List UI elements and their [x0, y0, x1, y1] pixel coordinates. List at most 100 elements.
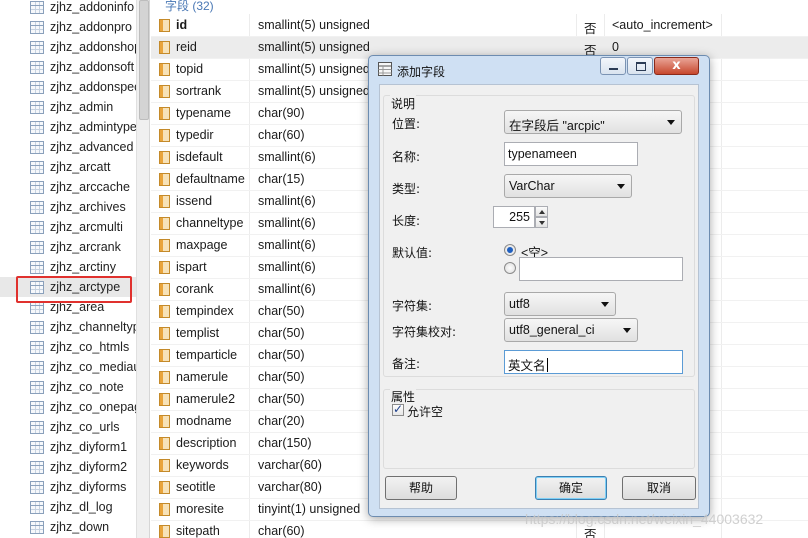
comment-label: 备注:: [392, 357, 421, 371]
field-name: namerule2: [176, 392, 236, 406]
table-icon: [30, 460, 44, 474]
field-name-value: typenameen: [508, 147, 577, 161]
table-tree-item[interactable]: zjhz_addoninfo: [0, 0, 136, 17]
field-name: sitepath: [176, 524, 220, 538]
maximize-button[interactable]: [627, 57, 653, 75]
field-type: tinyint(1) unsigned: [258, 502, 361, 516]
comment-input[interactable]: 英文名: [504, 350, 683, 374]
chevron-down-icon: [601, 302, 609, 307]
field-name: ispart: [176, 260, 207, 274]
spin-down-button[interactable]: [535, 217, 548, 228]
name-label: 名称:: [392, 150, 421, 164]
help-button[interactable]: 帮助: [385, 476, 457, 500]
table-tree-item[interactable]: zjhz_diyform1: [0, 437, 136, 457]
table-icon: [30, 20, 44, 34]
column-icon: [159, 261, 170, 274]
tree-scrollbar[interactable]: [136, 0, 149, 538]
column-icon: [159, 173, 170, 186]
column-icon: [159, 393, 170, 406]
type-select[interactable]: VarChar: [504, 174, 632, 198]
table-icon: [30, 480, 44, 494]
column-icon: [159, 371, 170, 384]
table-tree-item[interactable]: zjhz_dl_log: [0, 497, 136, 517]
table-tree: zjhz_addoninfo zjhz_addonpro zjhz_addonsho…: [0, 0, 150, 538]
tree-scrollbar-thumb[interactable]: [139, 0, 149, 120]
collation-select[interactable]: utf8_general_ci: [504, 318, 638, 342]
close-icon: x: [672, 58, 681, 73]
table-tree-label: zjhz_channeltype: [50, 320, 147, 334]
field-row[interactable]: id smallint(5) unsigned 否 <auto_increment>: [151, 15, 808, 37]
table-icon: [30, 40, 44, 54]
table-tree-label: zjhz_admin: [50, 100, 114, 114]
cancel-button[interactable]: 取消: [622, 476, 696, 500]
close-button[interactable]: x: [654, 57, 699, 75]
table-tree-item[interactable]: zjhz_advanced: [0, 137, 136, 157]
table-tree-label: zjhz_addonsoft: [50, 60, 135, 74]
table-tree-item[interactable]: zjhz_admin: [0, 97, 136, 117]
table-tree-item[interactable]: zjhz_diyforms: [0, 477, 136, 497]
minimize-button[interactable]: [600, 57, 626, 75]
table-tree-label: zjhz_archives: [50, 200, 126, 214]
field-name: keywords: [176, 458, 229, 472]
table-tree-item[interactable]: zjhz_addonshop: [0, 37, 141, 57]
table-tree-item[interactable]: zjhz_addonpro: [0, 17, 136, 37]
charset-select-value: utf8: [509, 297, 530, 311]
table-tree-item[interactable]: zjhz_arctiny: [0, 257, 136, 277]
field-type: smallint(6): [258, 260, 316, 274]
table-icon: [30, 340, 44, 354]
table-tree-item[interactable]: zjhz_channeltype: [0, 317, 147, 337]
table-tree-item[interactable]: zjhz_down: [0, 517, 136, 537]
table-tree-label: zjhz_advanced: [50, 140, 134, 154]
table-tree-item[interactable]: zjhz_co_mediau: [0, 357, 140, 377]
position-select[interactable]: 在字段后 "arcpic": [504, 110, 682, 134]
table-tree-item[interactable]: zjhz_arcrank: [0, 237, 136, 257]
ok-button[interactable]: 确定: [535, 476, 607, 500]
spin-up-button[interactable]: [535, 206, 548, 217]
field-name-input[interactable]: typenameen: [504, 142, 638, 166]
dialog-title: 添加字段: [397, 65, 446, 79]
allow-null-checkbox[interactable]: [392, 402, 404, 416]
table-tree-label: zjhz_arctiny: [50, 260, 116, 274]
table-tree-item[interactable]: zjhz_co_note: [0, 377, 136, 397]
chevron-down-icon: [667, 120, 675, 125]
table-icon: [30, 120, 44, 134]
field-name: modname: [176, 414, 232, 428]
table-tree-item[interactable]: zjhz_addonsoft: [0, 57, 136, 77]
table-tree-item[interactable]: zjhz_arcatt: [0, 157, 136, 177]
field-name: namerule: [176, 370, 229, 384]
table-tree-item[interactable]: zjhz_addonspec: [0, 77, 140, 97]
table-tree-item[interactable]: zjhz_arcmulti: [0, 217, 136, 237]
field-name: issend: [176, 194, 213, 208]
table-tree-item[interactable]: zjhz_co_onepage: [0, 397, 148, 417]
table-icon: [30, 140, 44, 154]
collation-select-value: utf8_general_ci: [509, 323, 595, 337]
table-tree-label: zjhz_down: [50, 520, 110, 534]
table-tree-item[interactable]: zjhz_admintype: [0, 117, 137, 137]
fields-count-header: 字段 (32): [165, 0, 214, 13]
field-type: char(50): [258, 370, 305, 384]
field-name: tempindex: [176, 304, 234, 318]
charset-select[interactable]: utf8: [504, 292, 616, 316]
default-empty-radio[interactable]: [504, 244, 516, 256]
default-custom-radio[interactable]: [504, 262, 516, 274]
default-value-input[interactable]: [519, 257, 683, 281]
column-icon: [159, 481, 170, 494]
field-type: smallint(5) unsigned: [258, 40, 370, 54]
table-tree-item[interactable]: zjhz_arccache: [0, 177, 136, 197]
field-type: char(50): [258, 304, 305, 318]
table-tree-item[interactable]: zjhz_archives: [0, 197, 136, 217]
length-spinner: 255: [493, 206, 549, 228]
column-icon: [159, 305, 170, 318]
table-tree-item[interactable]: zjhz_diyform2: [0, 457, 136, 477]
table-tree-label: zjhz_arcrank: [50, 240, 121, 254]
field-type: smallint(6): [258, 238, 316, 252]
column-icon: [159, 239, 170, 252]
table-tree-item[interactable]: zjhz_co_htmls: [0, 337, 136, 357]
column-icon: [159, 41, 170, 54]
field-type: char(50): [258, 326, 305, 340]
table-tree-item[interactable]: zjhz_co_urls: [0, 417, 136, 437]
collation-label: 字符集校对:: [392, 325, 457, 339]
length-input[interactable]: 255: [493, 206, 535, 228]
field-type: smallint(6): [258, 194, 316, 208]
dialog-titlebar[interactable]: 添加字段 x: [369, 56, 709, 84]
